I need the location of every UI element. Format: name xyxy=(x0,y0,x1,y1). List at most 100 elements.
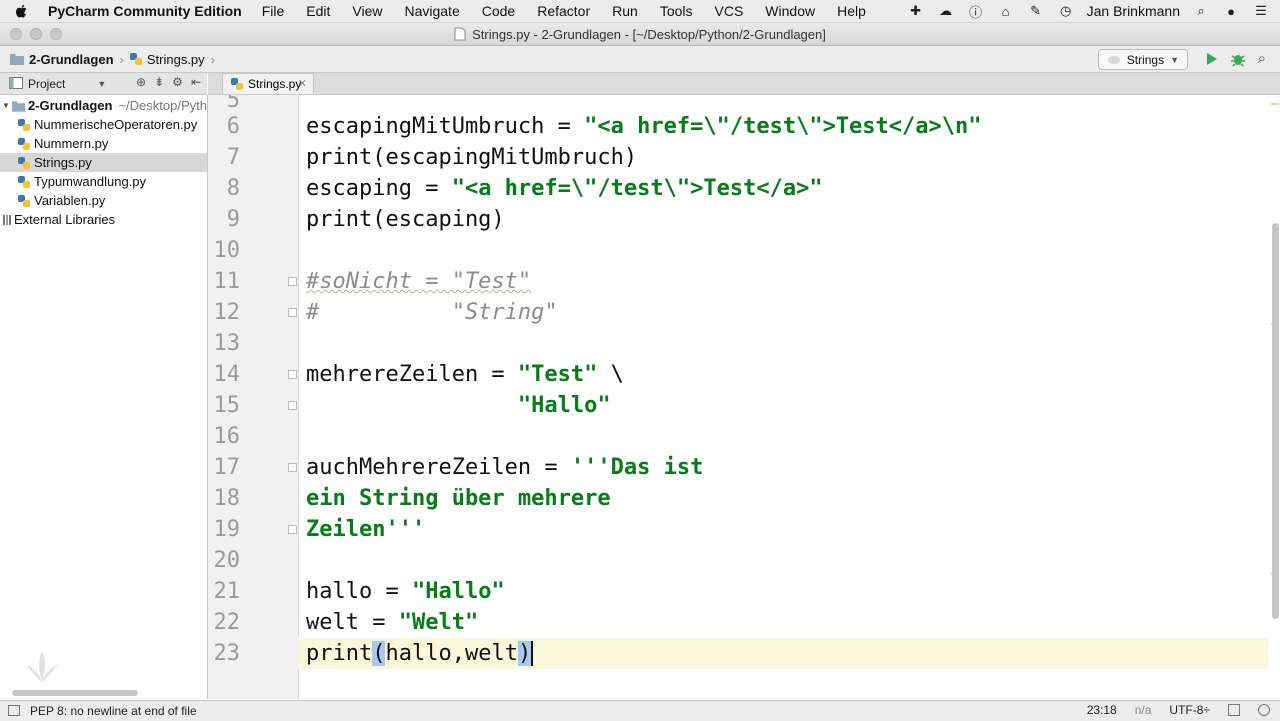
code-line-14[interactable]: 14 mehrereZeilen = "Test" \ xyxy=(208,359,1268,390)
fold-marker-icon[interactable] xyxy=(288,277,297,286)
debug-icon[interactable] xyxy=(1230,51,1246,67)
creative-cloud-icon[interactable]: ☁ xyxy=(937,3,955,19)
fold-marker-icon[interactable] xyxy=(288,463,297,472)
tree-file-item[interactable]: NummerischeOperatoren.py xyxy=(0,115,207,134)
menu-edit[interactable]: Edit xyxy=(306,3,330,19)
vertical-scrollbar[interactable] xyxy=(1270,103,1280,699)
tree-file-item[interactable]: Variablen.py xyxy=(0,191,207,210)
code-line-22[interactable]: 22 welt = "Welt" xyxy=(208,607,1268,638)
code-line-13[interactable]: 13 xyxy=(208,328,1268,359)
tree-root-folder[interactable]: ▼ 2-Grundlagen ~/Desktop/Pyth xyxy=(0,96,207,115)
code-line-21[interactable]: 21 hallo = "Hallo" xyxy=(208,576,1268,607)
code-comment: #soNicht = "Test" xyxy=(306,269,532,294)
close-window-button[interactable] xyxy=(10,28,22,40)
code-line-12[interactable]: 12 # "String" xyxy=(208,297,1268,328)
file-encoding[interactable]: UTF-8÷ xyxy=(1169,703,1210,717)
menu-help[interactable]: Help xyxy=(837,3,866,19)
line-number: 14 xyxy=(213,362,241,387)
code-line-6[interactable]: 6 escapingMitUmbruch = "<a href=\"/test\… xyxy=(208,111,1268,142)
code-string: "<a href=\"/test\">Test</a>" xyxy=(451,176,823,201)
fold-marker-icon[interactable] xyxy=(288,525,297,534)
code-line-19[interactable]: 19 Zeilen''' xyxy=(208,514,1268,545)
line-number: 20 xyxy=(213,548,241,573)
read-only-lock-icon[interactable] xyxy=(1228,704,1240,716)
code-line-11[interactable]: 11 #soNicht = "Test" xyxy=(208,266,1268,297)
code-identifier: print(escapingMitUmbruch) xyxy=(306,145,638,170)
project-view-label[interactable]: Project xyxy=(28,77,65,91)
notification-list-icon[interactable]: ☰ xyxy=(1252,3,1270,19)
code-line-18[interactable]: 18 ein String über mehrere xyxy=(208,483,1268,514)
collapse-all-icon[interactable]: ⇟ xyxy=(154,75,164,89)
menu-vcs[interactable]: VCS xyxy=(715,3,744,19)
menu-run[interactable]: Run xyxy=(612,3,638,19)
code-line-8[interactable]: 8 escaping = "<a href=\"/test\">Test</a>… xyxy=(208,173,1268,204)
spotlight-search-icon[interactable]: ⌕ xyxy=(1192,3,1210,19)
menu-window[interactable]: Window xyxy=(765,3,815,19)
zoom-window-button[interactable] xyxy=(50,28,62,40)
code-line-7[interactable]: 7 print(escapingMitUmbruch) xyxy=(208,142,1268,173)
breadcrumb-project[interactable]: 2-Grundlagen xyxy=(29,52,114,67)
line-number: 9 xyxy=(226,207,240,232)
search-everywhere-icon[interactable]: ⌕ xyxy=(1258,50,1266,67)
tree-file-item[interactable]: Nummern.py xyxy=(0,134,207,153)
line-number: 10 xyxy=(213,238,241,263)
expand-arrow-icon[interactable]: ▼ xyxy=(2,101,10,110)
editor-tab-bar: Strings.py ✕ xyxy=(208,73,1280,95)
apple-icon[interactable] xyxy=(14,3,30,19)
scrollbar-thumb[interactable] xyxy=(1272,223,1279,619)
tree-external-libraries[interactable]: External Libraries xyxy=(0,210,207,229)
breadcrumb-file[interactable]: Strings.py xyxy=(147,52,205,67)
info-icon[interactable]: ⓘ xyxy=(967,3,985,20)
project-view-dropdown-icon[interactable]: ▼ xyxy=(97,79,106,89)
run-configuration-select[interactable]: Strings ▼ xyxy=(1097,49,1188,70)
line-separator-status[interactable]: n/a xyxy=(1135,703,1152,717)
tab-label: Strings.py xyxy=(248,77,302,91)
code-line-9[interactable]: 9 print(escaping) xyxy=(208,204,1268,235)
menu-navigate[interactable]: Navigate xyxy=(404,3,459,19)
script-icon[interactable]: ✎ xyxy=(1027,3,1045,19)
code-line-23-current[interactable]: 23 print(hallo,welt) xyxy=(208,638,1268,669)
line-number: 13 xyxy=(213,331,241,356)
run-icon[interactable] xyxy=(1206,52,1218,66)
time-machine-icon[interactable]: ◷ xyxy=(1057,3,1075,19)
code-line-17[interactable]: 17 auchMehrereZeilen = '''Das ist xyxy=(208,452,1268,483)
menu-tools[interactable]: Tools xyxy=(660,3,693,19)
tool-windows-icon[interactable] xyxy=(8,705,20,716)
horizontal-scrollbar[interactable] xyxy=(12,690,138,696)
dropdown-arrow-icon: ▼ xyxy=(1170,54,1179,65)
minimize-window-button[interactable] xyxy=(30,28,42,40)
code-line-10[interactable]: 10 xyxy=(208,235,1268,266)
app-name-menu[interactable]: PyCharm Community Edition xyxy=(48,3,242,19)
tree-file-item[interactable]: Typumwandlung.py xyxy=(0,172,207,191)
tree-root-label: 2-Grundlagen xyxy=(27,98,113,113)
tree-file-label: Strings.py xyxy=(34,155,92,170)
settings-gear-icon[interactable]: ⚙ xyxy=(172,75,183,89)
fold-marker-icon[interactable] xyxy=(288,370,297,379)
code-line-15[interactable]: 15 "Hallo" xyxy=(208,390,1268,421)
line-number: 22 xyxy=(213,610,241,635)
menu-view[interactable]: View xyxy=(352,3,382,19)
code-string: "<a href=\"/test\">Test</a>\n" xyxy=(584,114,982,139)
menu-refactor[interactable]: Refactor xyxy=(537,3,590,19)
plus-cross-icon[interactable]: ✚ xyxy=(907,3,925,19)
close-tab-icon[interactable]: ✕ xyxy=(298,77,307,90)
hide-panel-icon[interactable]: ⇤ xyxy=(191,75,201,89)
siri-icon[interactable]: ● xyxy=(1222,3,1240,19)
tree-file-item-selected[interactable]: Strings.py xyxy=(0,153,207,172)
fold-marker-icon[interactable] xyxy=(288,401,297,410)
fold-marker-icon[interactable] xyxy=(288,308,297,317)
user-name[interactable]: Jan Brinkmann xyxy=(1087,3,1180,19)
code-editor[interactable]: 5 6 escapingMitUmbruch = "<a href=\"/tes… xyxy=(208,95,1280,699)
code-string: "Hallo" xyxy=(411,579,505,604)
code-line-16[interactable]: 16 xyxy=(208,421,1268,452)
home-icon[interactable]: ⌂ xyxy=(997,3,1015,19)
inspector-icon[interactable] xyxy=(1258,704,1270,716)
menu-file[interactable]: File xyxy=(262,3,285,19)
editor-tab-strings[interactable]: Strings.py ✕ xyxy=(222,73,314,94)
cursor-position[interactable]: 23:18 xyxy=(1087,703,1117,717)
project-view-icon xyxy=(9,77,23,89)
target-icon[interactable]: ⊕ xyxy=(136,75,146,89)
code-string: '''Das ist xyxy=(570,455,704,480)
code-line-20[interactable]: 20 xyxy=(208,545,1268,576)
menu-code[interactable]: Code xyxy=(482,3,515,19)
